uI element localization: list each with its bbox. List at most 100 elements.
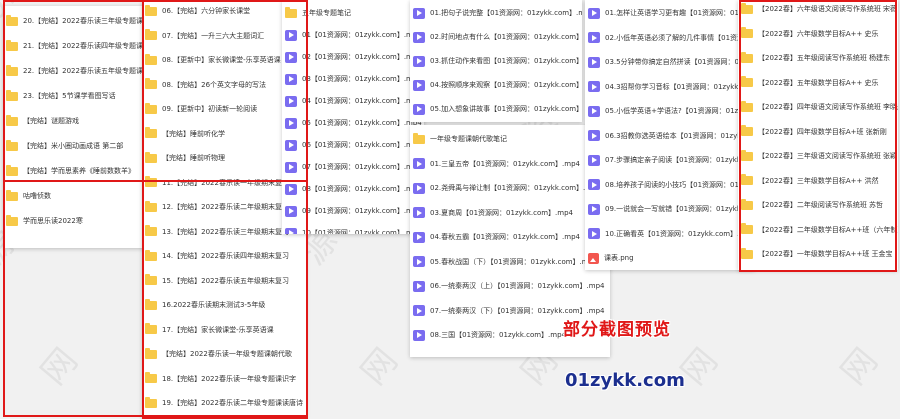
video-file-item[interactable]: 06【01资源网：01zykk.com】.mp4 bbox=[282, 138, 424, 152]
folder-item[interactable]: 14.【完结】2022春乐读四年级期末复习 bbox=[142, 249, 306, 263]
folder-icon bbox=[6, 14, 18, 26]
item-label: 【2022春】一年级数学目标A++班 王金宝 bbox=[758, 250, 893, 258]
video-file-item[interactable]: 10【01资源网：01zykk.com】.mp4 bbox=[282, 226, 424, 234]
video-file-item[interactable]: 02.尧舜禹与禅让制【01资源网：01zykk.com】.mp4 bbox=[410, 181, 610, 195]
folder-item[interactable]: 五年级专题笔记 bbox=[282, 6, 424, 20]
video-file-item[interactable]: 06.一统秦两汉（上）【01资源网：01zykk.com】.mp4 bbox=[410, 279, 610, 293]
video-file-item[interactable]: 10.正确看英【01资源网：01zykk.com】.mp4 bbox=[585, 227, 755, 241]
folder-icon bbox=[145, 200, 157, 212]
folder-item[interactable]: 学而思乐读2022寒 bbox=[3, 214, 148, 228]
folder-item[interactable]: 15.【完结】2022春乐读五年级期末复习 bbox=[142, 274, 306, 288]
folder-item[interactable]: 16.2022春乐读期末测试3-5年级 bbox=[142, 298, 306, 312]
video-file-item[interactable]: 07.步骤搞定亲子阅读【01资源网：01zykk.com】.mp4 bbox=[585, 153, 755, 167]
video-file-item[interactable]: 04.按照顺序来观察【01资源网：01zykk.com】.mp4 bbox=[410, 78, 582, 92]
folder-item[interactable]: 22.【完结】2022春乐读五年级专题课文 bbox=[3, 64, 148, 78]
video-file-item[interactable]: 01.怎样让英语学习更有趣【01资源网：01zykk.com】.mp4 bbox=[585, 6, 755, 20]
folder-item[interactable]: 【2022春】四年级语文阅读写作系统班 李晓彤 bbox=[738, 100, 898, 114]
item-label: 【2022春】二年级阅读写作系统班 苏哲 bbox=[758, 201, 884, 209]
folder-item[interactable]: 【2022春】五年级数学目标A++ 史乐 bbox=[738, 76, 898, 90]
folder-item[interactable]: 【2022春】六年级数学目标A++ 史乐 bbox=[738, 27, 898, 41]
folder-icon bbox=[741, 27, 753, 38]
video-file-item[interactable]: 09【01资源网：01zykk.com】.mp4 bbox=[282, 204, 424, 218]
folder-item[interactable]: 20.【完结】2022春乐读三年级专题课文 bbox=[3, 14, 148, 28]
item-label: 02.小低年英语必须了解的几件事情【01资源网：01zykk.com】.mp4 bbox=[605, 33, 755, 42]
folder-item[interactable]: 【完结】2022春乐读一年级专题课朝代歌 bbox=[142, 347, 306, 361]
folder-item[interactable]: 【2022春】五年级阅读写作系统班 杨建东 bbox=[738, 51, 898, 65]
video-file-item[interactable]: 02.小低年英语必须了解的几件事情【01资源网：01zykk.com】.mp4 bbox=[585, 31, 755, 45]
folder-item[interactable]: 【完结】学而思素养《睡前数数羊》 bbox=[3, 164, 148, 178]
item-label: 15.【完结】2022春乐读五年级期末复习 bbox=[162, 276, 289, 285]
video-icon bbox=[588, 32, 600, 43]
folder-item[interactable]: 【2022春】四年级数学目标A+班 张新刚 bbox=[738, 125, 898, 139]
folder-item[interactable]: 【2022春】二年级数学目标A++班（六年制）于宁 bbox=[738, 223, 898, 237]
folder-item[interactable]: 【2022春】三年级语文阅读写作系统班 张颖 bbox=[738, 149, 898, 163]
video-file-item[interactable]: 03.夏商周【01资源网：01zykk.com】.mp4 bbox=[410, 206, 610, 220]
folder-icon bbox=[741, 247, 753, 259]
folder-icon bbox=[145, 298, 157, 310]
video-file-item[interactable]: 04【01资源网：01zykk.com】.mp4 bbox=[282, 94, 424, 108]
item-label: 02.时间地点有什么【01资源网：01zykk.com】.mp4 bbox=[430, 33, 582, 41]
folder-item[interactable]: 【2022春】二年级阅读写作系统班 苏哲 bbox=[738, 198, 898, 212]
image-file-item[interactable]: 课表.png bbox=[585, 251, 755, 265]
video-file-item[interactable]: 03.5分钟带你搞定自然拼读【01资源网：01zykk.com】.mp4 bbox=[585, 55, 755, 69]
video-file-item[interactable]: 08.培养孩子阅读的小技巧【01资源网：01zykk.com】.mp4 bbox=[585, 178, 755, 192]
item-label: 课表.png bbox=[604, 254, 634, 262]
video-file-item[interactable]: 06.3招教你选英语绘本【01资源网：01zykk.com】.mp4 bbox=[585, 129, 755, 143]
image-icon bbox=[588, 252, 599, 264]
video-file-item[interactable]: 08【01资源网：01zykk.com】.mp4 bbox=[282, 182, 424, 196]
video-file-item[interactable]: 09.一说就会一写就错【01资源网：01zykk.com】.mp4 bbox=[585, 202, 755, 216]
folder-list-panel-7: 【2022春】六年级语文阅读写作系统班 宋薇 【2022春】六年级数学目标A++ … bbox=[738, 0, 898, 270]
video-icon bbox=[588, 56, 600, 68]
item-label: 05.春秋战国（下）【01资源网：01zykk.com】.mp4 bbox=[430, 257, 598, 266]
folder-item[interactable]: 17.【完结】家长微课堂-乐享英语课 bbox=[142, 323, 306, 337]
folder-item[interactable]: 【2022春】六年级语文阅读写作系统班 宋薇 bbox=[738, 2, 898, 16]
video-file-item[interactable]: 05.小低学英语+学语法?【01资源网：01zykk.com】.mp4 bbox=[585, 104, 755, 118]
item-label: 08.培养孩子阅读的小技巧【01资源网：01zykk.com】.mp4 bbox=[605, 180, 755, 189]
folder-item[interactable]: 【完结】谜题游戏 bbox=[3, 114, 148, 128]
item-label: 03.夏商周【01资源网：01zykk.com】.mp4 bbox=[430, 208, 573, 217]
item-label: 【2022春】三年级数学目标A++ 洪然 bbox=[758, 176, 879, 185]
video-file-item[interactable]: 04.3招帮你学习音标【01资源网：01zykk.com】.mp4 bbox=[585, 80, 755, 94]
video-icon bbox=[413, 55, 425, 67]
item-label: 05.加入想象讲故事【01资源网：01zykk.com】.mp4 bbox=[430, 105, 582, 113]
folder-item[interactable]: 【2022春】一年级数学目标A++班 王金宝 bbox=[738, 247, 898, 261]
video-icon bbox=[285, 205, 297, 217]
video-file-item[interactable]: 03【01资源网：01zykk.com】.mp4 bbox=[282, 72, 424, 86]
video-icon bbox=[285, 29, 297, 41]
video-icon bbox=[588, 81, 600, 92]
folder-item[interactable]: 19.【完结】2022春乐读二年级专题课读唐诗 bbox=[142, 396, 306, 410]
item-label: 21.【完结】2022春乐读四年级专题课文 bbox=[23, 42, 148, 50]
video-file-item[interactable]: 02【01资源网：01zykk.com】.mp4 bbox=[282, 50, 424, 64]
video-file-item[interactable]: 03.抓住动作来看图【01资源网：01zykk.com】.mp4 bbox=[410, 54, 582, 68]
video-file-item[interactable]: 05【01资源网：01zykk.com】.mp4 bbox=[282, 116, 424, 130]
item-label: 14.【完结】2022春乐读四年级期末复习 bbox=[162, 252, 289, 260]
folder-item[interactable]: 23.【完结】5节课学看图写话 bbox=[3, 89, 148, 103]
item-label: 06.一统秦两汉（上）【01资源网：01zykk.com】.mp4 bbox=[430, 282, 605, 290]
video-file-item[interactable]: 01.三皇五帝【01资源网：01zykk.com】.mp4 bbox=[410, 157, 610, 171]
video-file-item[interactable]: 05.加入想象讲故事【01资源网：01zykk.com】.mp4 bbox=[410, 102, 582, 116]
video-file-item[interactable]: 07【01资源网：01zykk.com】.mp4 bbox=[282, 160, 424, 174]
folder-item[interactable]: 咕噜侦数 bbox=[3, 189, 148, 203]
folder-icon bbox=[6, 39, 18, 51]
folder-icon bbox=[145, 225, 157, 236]
item-label: 09.一说就会一写就错【01资源网：01zykk.com】.mp4 bbox=[605, 205, 755, 213]
video-icon bbox=[413, 31, 425, 43]
folder-item[interactable]: 21.【完结】2022春乐读四年级专题课文 bbox=[3, 39, 148, 53]
video-file-item[interactable]: 02.时间地点有什么【01资源网：01zykk.com】.mp4 bbox=[410, 30, 582, 44]
video-file-item[interactable]: 05.春秋战国（下）【01资源网：01zykk.com】.mp4 bbox=[410, 255, 610, 269]
video-file-item[interactable]: 04.春秋五霸【01资源网：01zykk.com】.mp4 bbox=[410, 230, 610, 244]
item-label: 18.【完结】2022春乐读一年级专题课识字 bbox=[162, 374, 296, 383]
item-label: 01.把句子说完整【01资源网：01zykk.com】.mp4 bbox=[430, 9, 582, 17]
video-file-item[interactable]: 01【01资源网：01zykk.com】.mp4 bbox=[282, 28, 424, 42]
folder-item[interactable]: 一年级专题课朝代歌笔记 bbox=[410, 132, 610, 146]
item-label: 【完结】谜题游戏 bbox=[23, 117, 79, 125]
item-label: 【完结】学而思素养《睡前数数羊》 bbox=[23, 167, 135, 175]
folder-item[interactable]: 18.【完结】2022春乐读一年级专题课识字 bbox=[142, 372, 306, 386]
video-file-item[interactable]: 01.把句子说完整【01资源网：01zykk.com】.mp4 bbox=[410, 6, 582, 20]
item-label: 06.【完结】六分钟家长课堂 bbox=[162, 7, 251, 15]
folder-item[interactable]: 【2022春】三年级数学目标A++ 洪然 bbox=[738, 174, 898, 188]
folder-item[interactable]: 【完结】米小圈动画成语 第二部 bbox=[3, 139, 148, 153]
folder-icon bbox=[145, 396, 157, 408]
item-label: 【2022春】二年级数学目标A++班（六年制）于宁 bbox=[758, 225, 898, 234]
item-label: 19.【完结】2022春乐读二年级专题课读唐诗 bbox=[162, 399, 303, 407]
